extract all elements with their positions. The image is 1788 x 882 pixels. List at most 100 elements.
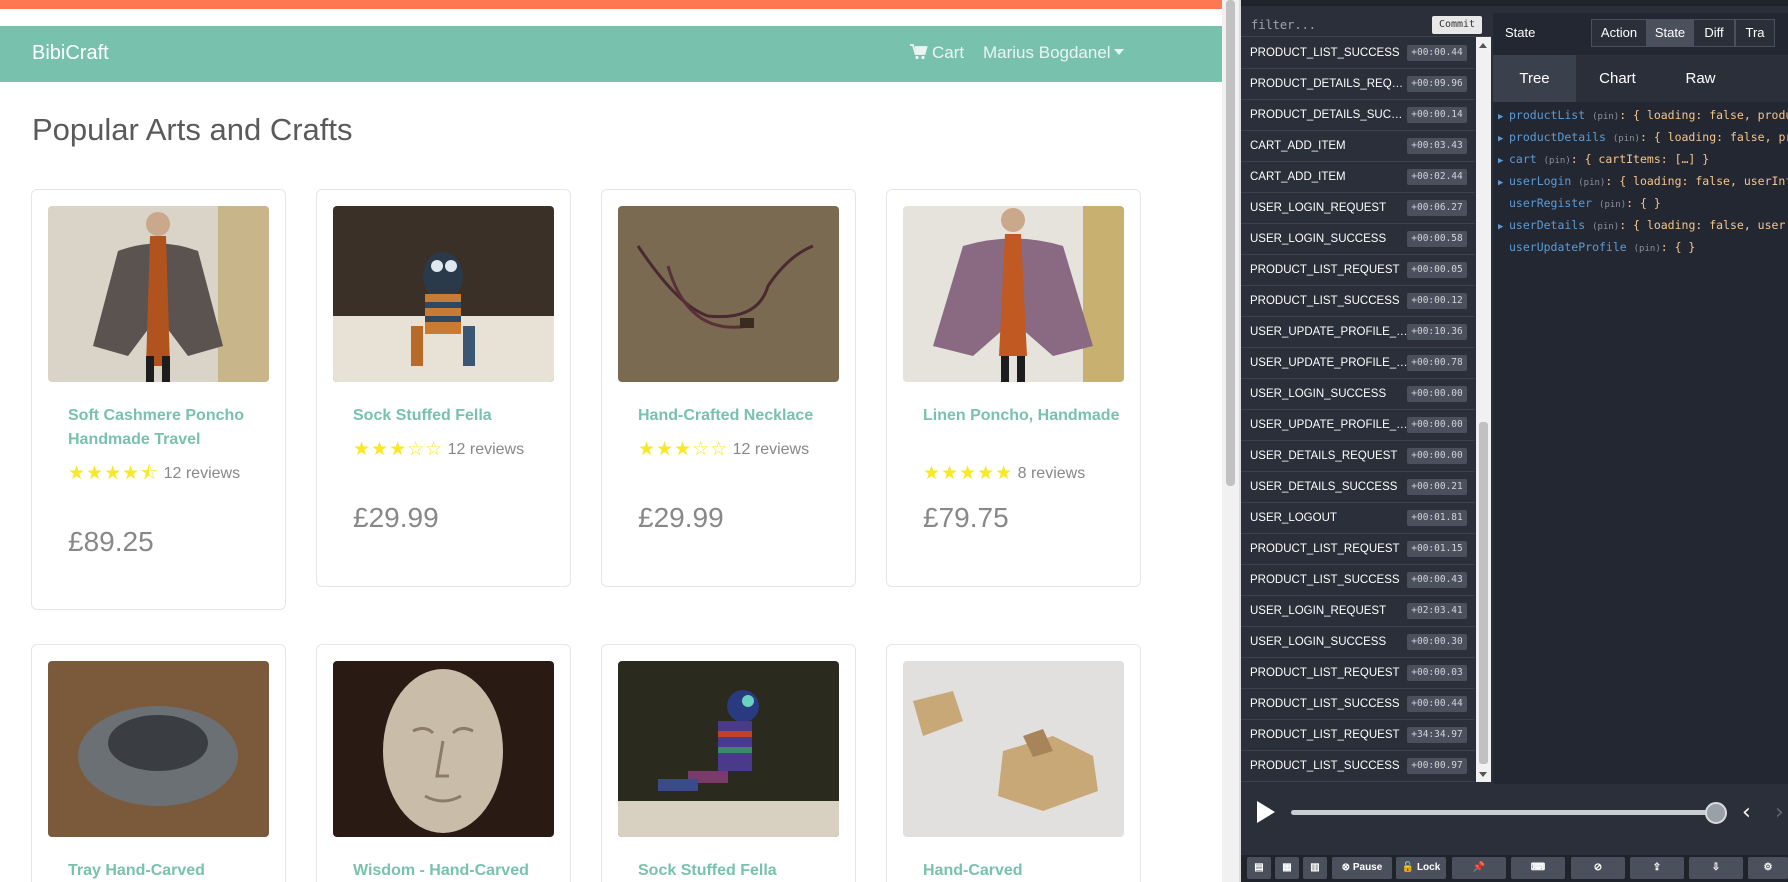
action-list-item[interactable]: PRODUCT_LIST_SUCCESS +00:00.44: [1241, 38, 1475, 69]
product-price: £29.99: [353, 502, 439, 533]
state-tree-node[interactable]: ▶ userLogin (pin): { loading: false, user…: [1498, 174, 1788, 188]
action-list-item[interactable]: PRODUCT_DETAILS_SUCCESS +00:00.14: [1241, 100, 1475, 131]
product-image[interactable]: [618, 661, 839, 837]
upload-icon[interactable]: ⇪: [1630, 857, 1684, 879]
product-image[interactable]: [903, 661, 1124, 837]
action-list-item[interactable]: USER_DETAILS_SUCCESS +00:00.21: [1241, 472, 1475, 503]
pin-icon[interactable]: 📌: [1452, 857, 1506, 879]
state-tree-node[interactable]: ▶ userDetails (pin): { loading: false, us…: [1498, 218, 1788, 232]
action-list-scrollbar[interactable]: [1476, 37, 1491, 782]
tab-raw[interactable]: Raw: [1659, 55, 1742, 102]
pin-label[interactable]: (pin): [1634, 244, 1661, 254]
layout-grid-icon[interactable]: ▦: [1275, 857, 1299, 879]
product-image[interactable]: [618, 206, 839, 382]
action-list-item[interactable]: PRODUCT_LIST_SUCCESS +00:00.12: [1241, 286, 1475, 317]
product-title[interactable]: Hand-Carved: [923, 859, 1123, 882]
action-list-item[interactable]: PRODUCT_LIST_SUCCESS +00:00.43: [1241, 565, 1475, 596]
play-icon[interactable]: [1257, 801, 1275, 823]
product-title[interactable]: Wisdom - Hand-Carved: [353, 859, 553, 882]
settings-icon[interactable]: ⚙: [1748, 857, 1788, 879]
product-title[interactable]: Hand-Crafted Necklace: [638, 404, 838, 428]
product-title[interactable]: Sock Stuffed Fella: [638, 859, 838, 882]
filter-input[interactable]: filter...: [1251, 18, 1316, 32]
pause-button[interactable]: ⊗ Pause: [1332, 857, 1392, 879]
action-list-item[interactable]: USER_LOGIN_SUCCESS +00:00.30: [1241, 627, 1475, 658]
action-list-item[interactable]: PRODUCT_LIST_REQUEST +00:00.03: [1241, 658, 1475, 689]
state-tree-node[interactable]: userUpdateProfile (pin): { }: [1498, 240, 1695, 254]
brand-link[interactable]: BibiCraft: [32, 42, 109, 65]
user-menu-dropdown[interactable]: Marius Bogdanel: [983, 43, 1124, 63]
action-list-scrollbar-thumb[interactable]: [1479, 422, 1488, 764]
action-list-item[interactable]: USER_UPDATE_PROFILE_RE... +00:10.36: [1241, 317, 1475, 348]
pin-label[interactable]: (pin): [1613, 134, 1640, 144]
action-list-item[interactable]: PRODUCT_LIST_REQUEST +00:01.15: [1241, 534, 1475, 565]
slider-track[interactable]: [1291, 810, 1711, 815]
tab-diff[interactable]: Diff: [1693, 19, 1735, 47]
expand-arrow-icon[interactable]: ▶: [1498, 112, 1509, 122]
pin-label[interactable]: (pin): [1592, 112, 1619, 122]
expand-arrow-icon[interactable]: ▶: [1498, 156, 1509, 166]
action-list-item[interactable]: USER_LOGIN_REQUEST +02:03.41: [1241, 596, 1475, 627]
layout-left-icon[interactable]: ▤: [1247, 857, 1271, 879]
pin-label[interactable]: (pin): [1599, 200, 1626, 210]
pin-label[interactable]: (pin): [1578, 178, 1605, 188]
lock-button[interactable]: 🔓 Lock: [1396, 857, 1446, 879]
action-name: USER_UPDATE_PROFILE_RE...: [1250, 419, 1408, 431]
action-name: PRODUCT_LIST_REQUEST: [1250, 667, 1400, 679]
action-list-item[interactable]: CART_ADD_ITEM +00:02.44: [1241, 162, 1475, 193]
state-tree-node[interactable]: userRegister (pin): { }: [1498, 196, 1661, 210]
action-list-item[interactable]: USER_UPDATE_PROFILE_RE... +00:00.00: [1241, 410, 1475, 441]
action-list-item[interactable]: CART_ADD_ITEM +00:03.43: [1241, 131, 1475, 162]
action-list-item[interactable]: PRODUCT_LIST_REQUEST +34:34.97: [1241, 720, 1475, 751]
persist-icon[interactable]: ⊘: [1571, 857, 1625, 879]
tab-action[interactable]: Action: [1591, 19, 1647, 47]
tab-chart[interactable]: Chart: [1576, 55, 1659, 102]
product-card: Sock Stuffed Fella ★★★☆☆ 12 reviews £29.…: [316, 189, 571, 587]
product-title[interactable]: Soft Cashmere Poncho Handmade Travel: [68, 404, 268, 452]
product-price: £89.25: [68, 526, 154, 557]
layout-right-icon[interactable]: ▥: [1303, 857, 1327, 879]
cart-link[interactable]: Cart: [910, 43, 964, 63]
scroll-down-icon[interactable]: [1479, 772, 1487, 777]
action-list-item[interactable]: USER_LOGIN_REQUEST +00:06.27: [1241, 193, 1475, 224]
action-list-item[interactable]: USER_DETAILS_REQUEST +00:00.00: [1241, 441, 1475, 472]
tab-state[interactable]: State: [1647, 19, 1693, 47]
product-image[interactable]: [333, 206, 554, 382]
state-tree-node[interactable]: ▶ productList (pin): { loading: false, pr…: [1498, 108, 1788, 122]
action-list-item[interactable]: USER_LOGIN_SUCCESS +00:00.58: [1241, 224, 1475, 255]
action-list-item[interactable]: USER_LOGOUT +00:01.81: [1241, 503, 1475, 534]
tab-trace[interactable]: Tra: [1735, 19, 1775, 47]
product-image[interactable]: [903, 206, 1124, 382]
expand-arrow-icon[interactable]: ▶: [1498, 222, 1509, 232]
pin-label[interactable]: (pin): [1592, 222, 1619, 232]
product-title[interactable]: Tray Hand-Carved: [68, 859, 268, 882]
review-count: 12 reviews: [732, 441, 810, 458]
commit-button[interactable]: Commit: [1432, 16, 1482, 34]
pin-label[interactable]: (pin): [1544, 156, 1571, 166]
chevron-left-icon[interactable]: ‹: [1742, 800, 1751, 825]
action-list-item[interactable]: PRODUCT_DETAILS_REQUEST +00:09.96: [1241, 69, 1475, 100]
state-tree-node[interactable]: ▶ productDetails (pin): { loading: false,…: [1498, 130, 1788, 144]
product-title[interactable]: Linen Poncho, Handmade: [923, 404, 1123, 428]
keyboard-icon[interactable]: ⌨: [1511, 857, 1565, 879]
state-tree-node[interactable]: ▶ cart (pin): { cartItems: […] }: [1498, 152, 1709, 166]
slider-handle[interactable]: [1705, 802, 1727, 824]
action-list-item[interactable]: PRODUCT_LIST_SUCCESS +00:00.44: [1241, 689, 1475, 720]
action-list-item[interactable]: PRODUCT_LIST_REQUEST +00:00.05: [1241, 255, 1475, 286]
action-list-item[interactable]: PRODUCT_LIST_SUCCESS +00:00.97: [1241, 751, 1475, 782]
action-list-item[interactable]: USER_UPDATE_PROFILE_SU... +00:00.78: [1241, 348, 1475, 379]
action-time-badge: +00:00.58: [1407, 231, 1467, 247]
product-image[interactable]: [333, 661, 554, 837]
product-title[interactable]: Sock Stuffed Fella: [353, 404, 553, 428]
page-scrollbar-thumb[interactable]: [1226, 0, 1235, 486]
expand-arrow-icon[interactable]: ▶: [1498, 178, 1509, 188]
product-image[interactable]: [48, 206, 269, 382]
product-image[interactable]: [48, 661, 269, 837]
chevron-right-icon[interactable]: ›: [1775, 800, 1784, 825]
tab-tree[interactable]: Tree: [1493, 55, 1576, 102]
action-list-item[interactable]: USER_LOGIN_SUCCESS +00:00.00: [1241, 379, 1475, 410]
download-icon[interactable]: ⇩: [1689, 857, 1743, 879]
pause-label: Pause: [1352, 862, 1383, 873]
scroll-up-icon[interactable]: [1479, 43, 1487, 48]
expand-arrow-icon[interactable]: ▶: [1498, 134, 1509, 144]
